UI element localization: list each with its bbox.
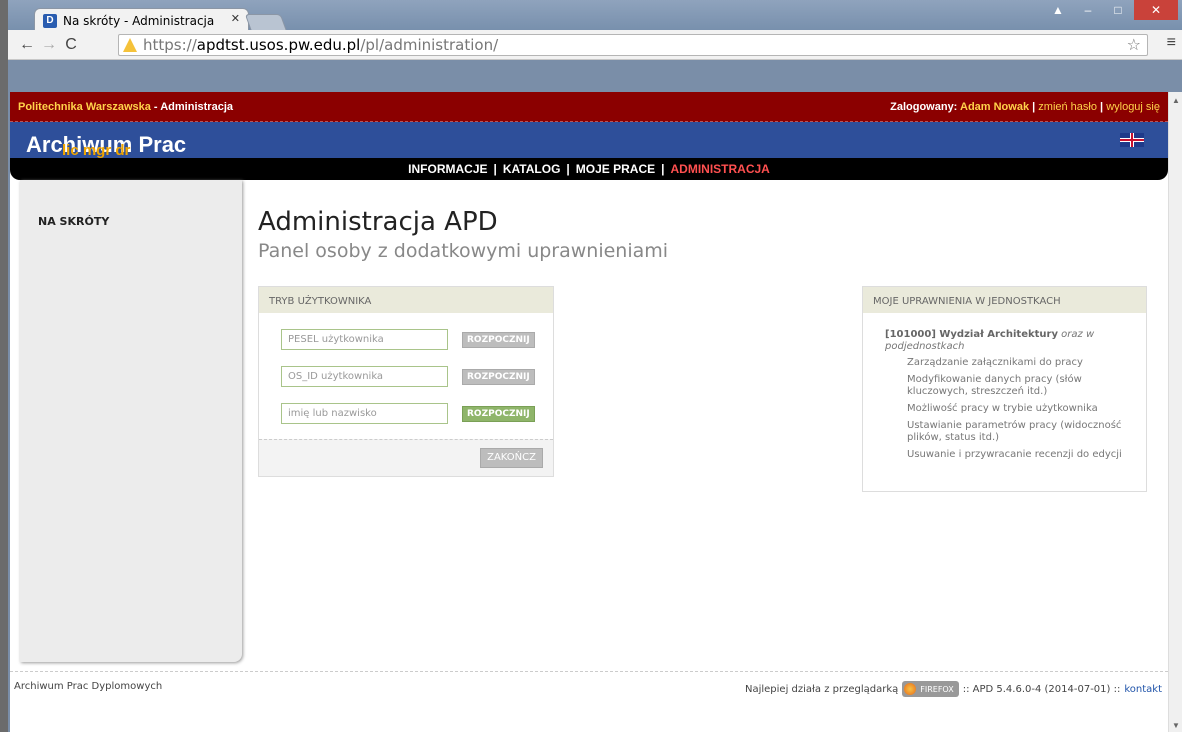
browser-titlebar: D Na skróty - Administracja ✕ ▲ – □ ✕ xyxy=(8,0,1182,32)
contact-link[interactable]: kontakt xyxy=(1124,684,1162,695)
start-osid-button[interactable]: ROZPOCZNIJ xyxy=(462,368,535,385)
url-protocol: https:// xyxy=(143,36,197,54)
browser-menu-icon[interactable]: ≡ xyxy=(1167,34,1176,52)
main-navigation: INFORMACJE | KATALOG | MOJE PRACE | ADMI… xyxy=(10,158,1168,180)
browser-toolbar: ← → C https://apdtst.usos.pw.edu.pl/pl/a… xyxy=(8,30,1182,60)
user-mode-header: TRYB UŻYTKOWNIKA xyxy=(259,287,553,313)
user-mode-footer: ZAKOŃCZ xyxy=(259,439,553,476)
osid-row: OS_ID użytkownika ROZPOCZNIJ xyxy=(281,366,535,387)
change-password-link[interactable]: zmień hasło xyxy=(1038,101,1097,113)
scroll-down-icon[interactable]: ▼ xyxy=(1172,721,1180,730)
user-info: Zalogowany: Adam Nowak | zmień hasło | w… xyxy=(890,100,1160,113)
warning-lock-icon[interactable] xyxy=(123,38,137,52)
page-subtitle: Panel osoby z dodatkowymi uprawnieniami xyxy=(258,240,669,262)
logged-label: Zalogowany: xyxy=(890,100,960,113)
org-breadcrumb: Politechnika Warszawska - Administracja xyxy=(18,101,233,113)
list-item: Ustawianie parametrów pracy (widoczność … xyxy=(907,420,1122,443)
browser-tab[interactable]: D Na skróty - Administracja ✕ xyxy=(34,8,249,32)
scroll-up-icon[interactable]: ▲ xyxy=(1172,96,1180,105)
user-profile-icon[interactable]: ▲ xyxy=(1044,0,1072,20)
list-item: Zarządzanie załącznikami do pracy xyxy=(907,357,1083,368)
page-footer: Archiwum Prac Dyplomowych Najlepiej dzia… xyxy=(10,671,1168,703)
site-banner: Archiwum Prac xyxy=(10,122,1168,160)
list-item: Modyfikowanie danych pracy (słów kluczow… xyxy=(907,374,1082,397)
sidebar: NA SKRÓTY xyxy=(20,180,242,662)
english-flag-icon[interactable] xyxy=(1120,133,1144,147)
close-window-icon[interactable]: ✕ xyxy=(1134,0,1178,20)
section-name: - Administracja xyxy=(150,100,233,113)
user-name[interactable]: Adam Nowak xyxy=(960,101,1029,113)
firefox-icon xyxy=(904,683,917,695)
list-item: Usuwanie i przywracanie recenzji do edyc… xyxy=(907,449,1122,460)
window-controls: ▲ – □ ✕ xyxy=(1044,0,1178,20)
sidebar-item-na-skroty[interactable]: NA SKRÓTY xyxy=(38,215,109,228)
user-mode-panel: TRYB UŻYTKOWNIKA PESEL użytkownika ROZPO… xyxy=(258,286,554,477)
page-title: Administracja APD xyxy=(258,207,498,237)
bookmark-star-icon[interactable]: ☆ xyxy=(1127,35,1141,54)
tab-title: Na skróty - Administracja xyxy=(63,13,215,28)
pesel-row: PESEL użytkownika ROZPOCZNIJ xyxy=(281,329,535,350)
firefox-badge-label: FIREFOX xyxy=(920,684,954,694)
name-row: imię lub nazwisko ROZPOCZNIJ xyxy=(281,403,535,424)
url-host: apdtst.usos.pw.edu.pl xyxy=(196,36,361,54)
name-input[interactable]: imię lub nazwisko xyxy=(281,403,448,424)
permissions-header: MOJE UPRAWNIENIA W JEDNOSTKACH xyxy=(863,287,1146,313)
nav-katalog[interactable]: KATALOG xyxy=(503,162,561,176)
address-bar[interactable]: https://apdtst.usos.pw.edu.pl/pl/adminis… xyxy=(118,34,1148,56)
list-item: Możliwość pracy w trybie użytkownika xyxy=(907,403,1098,414)
unit-name: [101000] Wydział Architektury xyxy=(885,329,1058,340)
version-text: :: APD 5.4.6.0-4 (2014-07-01) :: xyxy=(962,683,1121,695)
best-with-text: Najlepiej działa z przeglądarką xyxy=(744,683,899,695)
nav-administracja[interactable]: ADMINISTRACJA xyxy=(670,162,769,176)
footer-info: Najlepiej działa z przeglądarką FIREFOX … xyxy=(745,681,1162,697)
permissions-panel: MOJE UPRAWNIENIA W JEDNOSTKACH [101000] … xyxy=(862,286,1147,492)
site-topbar: Politechnika Warszawska - Administracja … xyxy=(10,92,1168,122)
start-pesel-button[interactable]: ROZPOCZNIJ xyxy=(462,331,535,348)
site-logo-subtitle: lic mgr dr xyxy=(62,142,131,159)
url-path: /pl/administration/ xyxy=(360,36,499,54)
maximize-icon[interactable]: □ xyxy=(1104,0,1132,20)
minimize-icon[interactable]: – xyxy=(1074,0,1102,20)
tab-close-icon[interactable]: ✕ xyxy=(231,12,240,25)
footer-site-name: Archiwum Prac Dyplomowych xyxy=(14,681,163,692)
nav-moje-prace[interactable]: MOJE PRACE xyxy=(576,162,655,176)
forward-icon[interactable]: → xyxy=(38,36,60,54)
start-name-button[interactable]: ROZPOCZNIJ xyxy=(462,405,535,422)
end-user-mode-button[interactable]: ZAKOŃCZ xyxy=(480,448,543,468)
permission-list: Zarządzanie załącznikami do pracy Modyfi… xyxy=(907,357,1137,466)
firefox-badge[interactable]: FIREFOX xyxy=(902,681,959,697)
back-icon[interactable]: ← xyxy=(16,36,38,54)
site-favicon-icon: D xyxy=(43,13,57,28)
org-name[interactable]: Politechnika Warszawska xyxy=(18,101,151,113)
vertical-scrollbar[interactable]: ▲ ▼ xyxy=(1168,92,1182,732)
reload-icon[interactable]: C xyxy=(60,36,82,54)
nav-informacje[interactable]: INFORMACJE xyxy=(408,162,487,176)
permission-unit: [101000] Wydział Architektury oraz w pod… xyxy=(885,329,1135,353)
logout-link[interactable]: wyloguj się xyxy=(1106,101,1160,113)
osid-input[interactable]: OS_ID użytkownika xyxy=(281,366,448,387)
pesel-input[interactable]: PESEL użytkownika xyxy=(281,329,448,350)
